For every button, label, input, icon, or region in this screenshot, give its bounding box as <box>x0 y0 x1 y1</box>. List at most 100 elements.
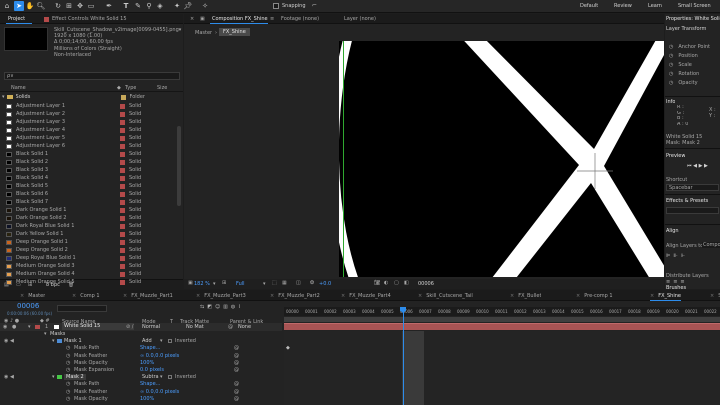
project-scrollbar[interactable] <box>177 126 181 206</box>
column-name[interactable]: Name <box>11 85 26 91</box>
snapping-checkbox[interactable] <box>273 3 279 9</box>
mask-visibility-icon[interactable]: ◉ ◀ <box>4 338 14 344</box>
mask-expand-icon[interactable]: ▾ <box>52 338 55 344</box>
layer-parent-dropdown[interactable]: None <box>238 324 251 330</box>
always-preview-icon[interactable]: ▣ <box>188 280 193 286</box>
tab-project[interactable]: Project <box>8 16 25 22</box>
stopwatch-icon[interactable]: ◷ <box>669 62 673 68</box>
layer-row[interactable]: ◉ ● ▾ 1 White Solid 15 ⊘ / Normal No Mat… <box>0 323 282 331</box>
mask-name[interactable]: Mask 2 <box>64 374 86 381</box>
property-row[interactable]: ◷ Mask Path Shape... @ <box>0 381 282 388</box>
expression-pickwhip-icon[interactable]: @ <box>234 389 239 395</box>
roto-brush-tool-icon[interactable]: ✦ <box>172 1 182 11</box>
parent-pickwhip-icon[interactable]: @ <box>228 324 233 330</box>
close-tab-icon[interactable]: × <box>123 293 127 299</box>
label-swatch[interactable] <box>120 263 125 269</box>
column-size[interactable]: Size <box>157 85 167 91</box>
shy-icon[interactable]: ☺ <box>215 304 223 310</box>
effects-presets-heading[interactable]: Effects & Presets <box>666 198 708 204</box>
close-tab-icon[interactable]: × <box>650 293 654 299</box>
project-item[interactable]: Dark Royal Blue Solid 1 Solid <box>6 222 176 230</box>
pan-behind-tool-icon[interactable]: ✥ <box>75 1 85 11</box>
layer-label-swatch[interactable] <box>35 325 40 329</box>
label-column-icon[interactable]: ◆ <box>117 85 121 91</box>
label-swatch[interactable] <box>120 271 125 277</box>
stopwatch-icon[interactable]: ◷ <box>66 396 70 402</box>
transform-property[interactable]: ◷ Opacity <box>669 79 720 87</box>
timeline-tab[interactable]: × Skill_Cutscene_Tail <box>418 291 473 300</box>
stopwatch-icon[interactable]: ◷ <box>66 381 70 387</box>
time-ruler[interactable]: 00000 00001 00002 00003 00004 00005 00006 00007… <box>284 307 720 316</box>
label-swatch[interactable] <box>120 183 125 189</box>
mask-mode-arrow-icon[interactable]: ▾ <box>160 374 163 380</box>
transform-property[interactable]: ◷ Anchor Point <box>669 43 720 51</box>
property-value[interactable]: ∞ 0.0,0.0 pixels <box>140 389 179 395</box>
current-time-display[interactable]: 00006 <box>17 302 39 310</box>
mask-visibility-icon[interactable]: ◉ ◀ <box>4 374 14 380</box>
clone-stamp-tool-icon[interactable]: ⚲ <box>144 1 154 11</box>
exposure-reset-icon[interactable]: ❂ <box>310 280 314 286</box>
label-swatch[interactable] <box>120 151 125 157</box>
timeline-tab[interactable]: × FX_Muzzle_Part3 <box>196 291 246 300</box>
rectangle-tool-icon[interactable]: ▭ <box>86 1 96 11</box>
rotate-tool-icon[interactable]: ↻ <box>53 1 63 11</box>
close-comp-icon[interactable]: × <box>190 16 194 22</box>
project-item[interactable]: Adjustment Layer 5 Solid <box>6 134 176 142</box>
type-tool-icon[interactable]: T <box>121 1 131 11</box>
shortcut-dropdown[interactable]: Spacebar <box>666 184 719 191</box>
timeline-tab[interactable]: × FX_Muzzle_Part4 <box>341 291 391 300</box>
stopwatch-icon[interactable]: ◷ <box>669 71 673 77</box>
timeline-tab[interactable]: × FX_Shine <box>650 291 681 301</box>
column-type[interactable]: Type <box>125 85 136 91</box>
draft-3d-icon[interactable]: ◩ <box>207 304 215 310</box>
tab-composition[interactable]: Composition FX_Shine <box>212 16 268 22</box>
mask-mode-arrow-icon[interactable]: ▾ <box>160 338 163 344</box>
project-item[interactable]: Adjustment Layer 3 Solid <box>6 118 176 126</box>
inverted-checkbox[interactable] <box>168 339 172 344</box>
transform-property[interactable]: ◷ Rotation <box>669 70 720 78</box>
project-item[interactable]: Deep Royal Blue Solid 1 Solid <box>6 254 176 262</box>
layer-duration-bar[interactable] <box>284 323 720 330</box>
label-swatch[interactable] <box>120 239 125 245</box>
label-swatch[interactable] <box>120 191 125 197</box>
zoom-dropdown-arrow-icon[interactable]: ▾ <box>213 281 216 287</box>
folder-expand-icon[interactable]: ▾ <box>2 94 5 100</box>
label-swatch[interactable] <box>120 215 125 221</box>
folder-solids[interactable]: ▾ Solids Folder <box>0 93 176 101</box>
project-item[interactable]: Black Solid 3 Solid <box>6 166 176 174</box>
label-swatch[interactable] <box>120 223 125 229</box>
timeline-tab[interactable]: × Master <box>20 291 45 300</box>
property-row[interactable]: ◷ Mask Path Shape... @ <box>0 345 282 352</box>
project-item[interactable]: Dark Orange Solid 2 Solid <box>6 214 176 222</box>
graph-editor-icon[interactable]: ⌇ <box>238 304 243 310</box>
breadcrumb-fx-shine[interactable]: FX_Shine <box>219 28 250 36</box>
mask-row[interactable]: ◉ ◀ ▾ Mask 1 Add ▾ Inverted <box>0 338 282 345</box>
home-icon[interactable]: ⌂ <box>2 1 12 11</box>
playhead-line[interactable] <box>403 312 404 405</box>
project-search-input[interactable]: ρ∨ <box>4 72 180 80</box>
play-icon[interactable]: ▶ <box>699 163 703 169</box>
label-swatch[interactable] <box>120 119 125 125</box>
inverted-checkbox[interactable] <box>168 375 172 380</box>
toggle-views-icon[interactable]: ▢ <box>394 280 399 286</box>
close-tab-icon[interactable]: × <box>341 293 345 299</box>
expression-pickwhip-icon[interactable]: @ <box>234 367 239 373</box>
close-tab-icon[interactable]: × <box>510 293 514 299</box>
project-item[interactable]: Deep Orange Solid 1 Solid <box>6 238 176 246</box>
solo-icon[interactable]: ● <box>12 324 16 330</box>
comp-canvas[interactable] <box>339 41 664 277</box>
project-item[interactable]: Dark Yellow Solid 1 Solid <box>6 230 176 238</box>
project-item[interactable]: Black Solid 2 Solid <box>6 158 176 166</box>
property-value[interactable]: 100% <box>140 396 154 402</box>
layer-name[interactable]: White Solid 15 <box>62 323 134 330</box>
timeline-tab[interactable]: ×ScreenFX_Speedline <box>710 291 720 300</box>
close-tab-icon[interactable]: × <box>196 293 200 299</box>
label-swatch[interactable] <box>120 231 125 237</box>
snapshot-icon[interactable]: 📷︎ <box>374 280 380 286</box>
layer-expand-icon[interactable]: ▾ <box>28 324 31 330</box>
align-center-icon[interactable]: ⊪ <box>673 253 680 259</box>
mask-color-swatch[interactable] <box>57 375 62 380</box>
effects-search-input[interactable] <box>666 207 719 214</box>
property-value[interactable]: Shape... <box>140 381 160 387</box>
label-swatch[interactable] <box>120 247 125 253</box>
